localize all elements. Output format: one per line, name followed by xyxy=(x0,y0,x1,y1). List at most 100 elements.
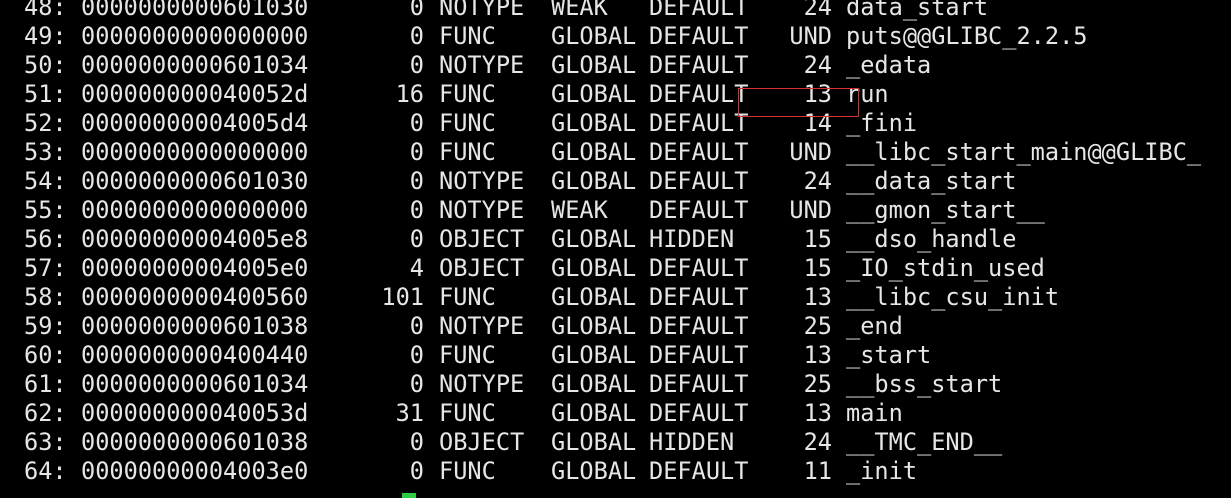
symbol-visibility: DEFAULT xyxy=(649,370,749,398)
symbol-bind: GLOBAL xyxy=(551,254,637,282)
symbol-section-index: UND xyxy=(789,22,832,50)
symbol-row: 62: 000000000040053d 31 FUNC GLOBAL DEFAULT 13… xyxy=(24,399,1201,428)
symbol-section-index: 24 xyxy=(803,0,832,21)
symbol-section-index: 24 xyxy=(803,51,832,79)
symbol-visibility: DEFAULT xyxy=(649,312,749,340)
symbol-bind: GLOBAL xyxy=(551,225,637,253)
symbol-visibility: DEFAULT xyxy=(649,22,749,50)
symbol-index: 54: xyxy=(24,167,67,195)
symbol-value: 0000000000000000 xyxy=(81,196,309,224)
symbol-row: 57: 00000000004005e0 4 OBJECT GLOBAL DEFAULT 1… xyxy=(24,254,1201,283)
symbol-size: 0 xyxy=(409,138,424,166)
symbol-value: 0000000000000000 xyxy=(81,22,309,50)
symbol-index: 56: xyxy=(24,225,67,253)
symbol-bind: GLOBAL xyxy=(551,399,637,427)
symbol-visibility: DEFAULT xyxy=(649,341,749,369)
symbol-index: 50: xyxy=(24,51,67,79)
symbol-section-index: 25 xyxy=(803,312,832,340)
symbol-visibility: DEFAULT xyxy=(649,80,749,108)
symbol-row: 59: 0000000000601038 0 NOTYPE GLOBAL DEFAULT 2… xyxy=(24,312,1201,341)
symbol-visibility: HIDDEN xyxy=(649,428,735,456)
symbol-row: 53: 0000000000000000 0 FUNC GLOBAL DEFAULT UND… xyxy=(24,138,1201,167)
symbol-index: 52: xyxy=(24,109,67,137)
symbol-row: 56: 00000000004005e8 0 OBJECT GLOBAL HIDDEN 15… xyxy=(24,225,1201,254)
symbol-name: run xyxy=(846,80,889,108)
symbol-size: 0 xyxy=(409,196,424,224)
terminal-window[interactable]: 48: 0000000000601030 0 NOTYPE WEAK DEFAULT 24 d… xyxy=(0,0,1231,498)
symbol-type: NOTYPE xyxy=(439,370,525,398)
symbol-visibility: DEFAULT xyxy=(649,167,749,195)
symbol-type: FUNC xyxy=(439,138,496,166)
symbol-visibility: DEFAULT xyxy=(649,399,749,427)
symbol-value: 00000000004005d4 xyxy=(81,109,309,137)
symbol-size: 0 xyxy=(409,457,424,485)
symbol-type: NOTYPE xyxy=(439,196,525,224)
symbol-index: 49: xyxy=(24,22,67,50)
terminal-cursor xyxy=(402,493,416,498)
symbol-name: __dso_handle xyxy=(846,225,1017,253)
symbol-value: 0000000000601034 xyxy=(81,51,309,79)
symbol-index: 58: xyxy=(24,283,67,311)
symbol-name: __TMC_END__ xyxy=(846,428,1003,456)
symbol-name: _IO_stdin_used xyxy=(846,254,1045,282)
symbol-section-index: 15 xyxy=(803,254,832,282)
symbol-visibility: DEFAULT xyxy=(649,51,749,79)
symbol-name: _start xyxy=(846,341,932,369)
symbol-section-index: 25 xyxy=(803,370,832,398)
symbol-name: __bss_start xyxy=(846,370,1003,398)
symbol-bind: GLOBAL xyxy=(551,457,637,485)
symbol-name: data_start xyxy=(846,0,989,21)
symbol-name: __libc_csu_init xyxy=(846,283,1060,311)
symbol-bind: GLOBAL xyxy=(551,109,637,137)
symbol-name: main xyxy=(846,399,903,427)
symbol-name: _fini xyxy=(846,109,918,137)
symbol-section-index: UND xyxy=(789,196,832,224)
symbol-value: 00000000004005e8 xyxy=(81,225,309,253)
symbol-visibility: DEFAULT xyxy=(649,283,749,311)
symbol-size: 0 xyxy=(409,22,424,50)
symbol-name: _init xyxy=(846,457,918,485)
symbol-index: 48: xyxy=(24,0,67,21)
symbol-name: __gmon_start__ xyxy=(846,196,1045,224)
symbol-name: _edata xyxy=(846,51,932,79)
symbol-row: 54: 0000000000601030 0 NOTYPE GLOBAL DEFAULT 2… xyxy=(24,167,1201,196)
symbol-section-index: 13 xyxy=(803,283,832,311)
symbol-size: 0 xyxy=(409,167,424,195)
symbol-row: 61: 0000000000601034 0 NOTYPE GLOBAL DEFAULT 2… xyxy=(24,370,1201,399)
symbol-size: 0 xyxy=(409,312,424,340)
symbol-visibility: DEFAULT xyxy=(649,109,749,137)
symbol-visibility: HIDDEN xyxy=(649,225,735,253)
symbol-visibility: DEFAULT xyxy=(649,0,749,21)
symbol-section-index: 14 xyxy=(803,109,832,137)
symbol-row-highlighted: 51: 000000000040052d 16 FUNC GLOBAL DEFAULT 13… xyxy=(24,80,1201,109)
symbol-type: NOTYPE xyxy=(439,51,525,79)
symbol-name: puts@@GLIBC_2.2.5 xyxy=(846,22,1088,50)
symbol-value: 0000000000400560 xyxy=(81,283,309,311)
symbol-size: 31 xyxy=(395,399,424,427)
symbol-section-index: 15 xyxy=(803,225,832,253)
symbol-section-index: UND xyxy=(789,138,832,166)
symbol-bind: GLOBAL xyxy=(551,370,637,398)
symbol-size: 0 xyxy=(409,428,424,456)
symbol-row: 50: 0000000000601034 0 NOTYPE GLOBAL DEFAULT 2… xyxy=(24,51,1201,80)
symbol-value: 0000000000601034 xyxy=(81,370,309,398)
symbol-size: 4 xyxy=(409,254,424,282)
symbol-value: 0000000000601030 xyxy=(81,0,309,21)
symbol-section-index: 24 xyxy=(803,167,832,195)
symbol-size: 0 xyxy=(409,370,424,398)
symbol-visibility: DEFAULT xyxy=(649,138,749,166)
symbol-name: __libc_start_main@@GLIBC_ xyxy=(846,138,1202,166)
symbol-bind: GLOBAL xyxy=(551,51,637,79)
symbol-value: 0000000000601038 xyxy=(81,428,309,456)
symbol-bind: GLOBAL xyxy=(551,312,637,340)
symbol-type: NOTYPE xyxy=(439,312,525,340)
symbol-size: 101 xyxy=(381,283,424,311)
symbol-row: 64: 00000000004003e0 0 FUNC GLOBAL DEFAULT 11 _… xyxy=(24,457,1201,486)
symbol-value: 0000000000601030 xyxy=(81,167,309,195)
symbol-value: 0000000000000000 xyxy=(81,138,309,166)
symbol-value: 00000000004005e0 xyxy=(81,254,309,282)
symbol-index: 62: xyxy=(24,399,67,427)
symbol-size: 0 xyxy=(409,341,424,369)
symbol-index: 53: xyxy=(24,138,67,166)
symbol-visibility: DEFAULT xyxy=(649,457,749,485)
